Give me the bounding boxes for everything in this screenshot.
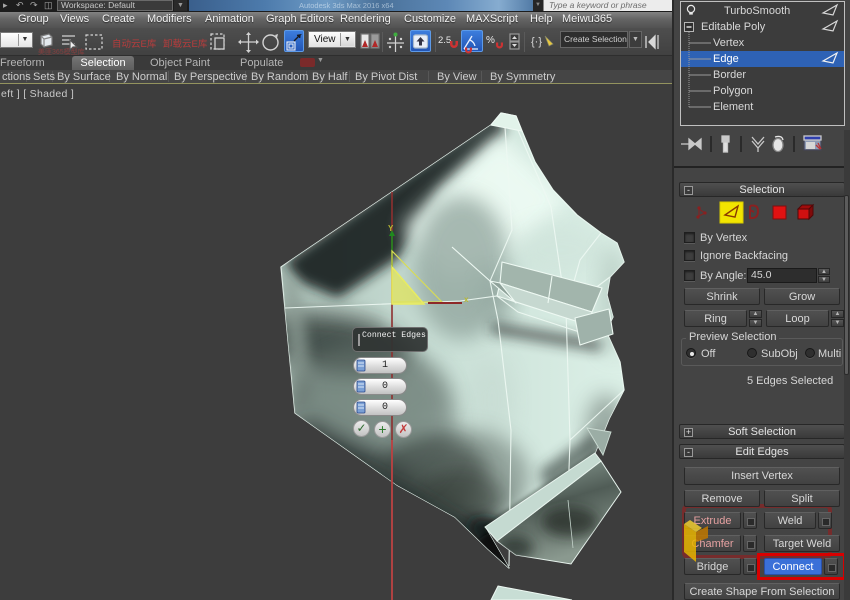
svg-text:x: x bbox=[464, 295, 469, 304]
svg-text:2.5: 2.5 bbox=[438, 35, 451, 46]
svg-text:Y: Y bbox=[388, 224, 394, 233]
svg-text:{·}: {·} bbox=[531, 36, 542, 48]
svg-text:%: % bbox=[486, 35, 495, 46]
